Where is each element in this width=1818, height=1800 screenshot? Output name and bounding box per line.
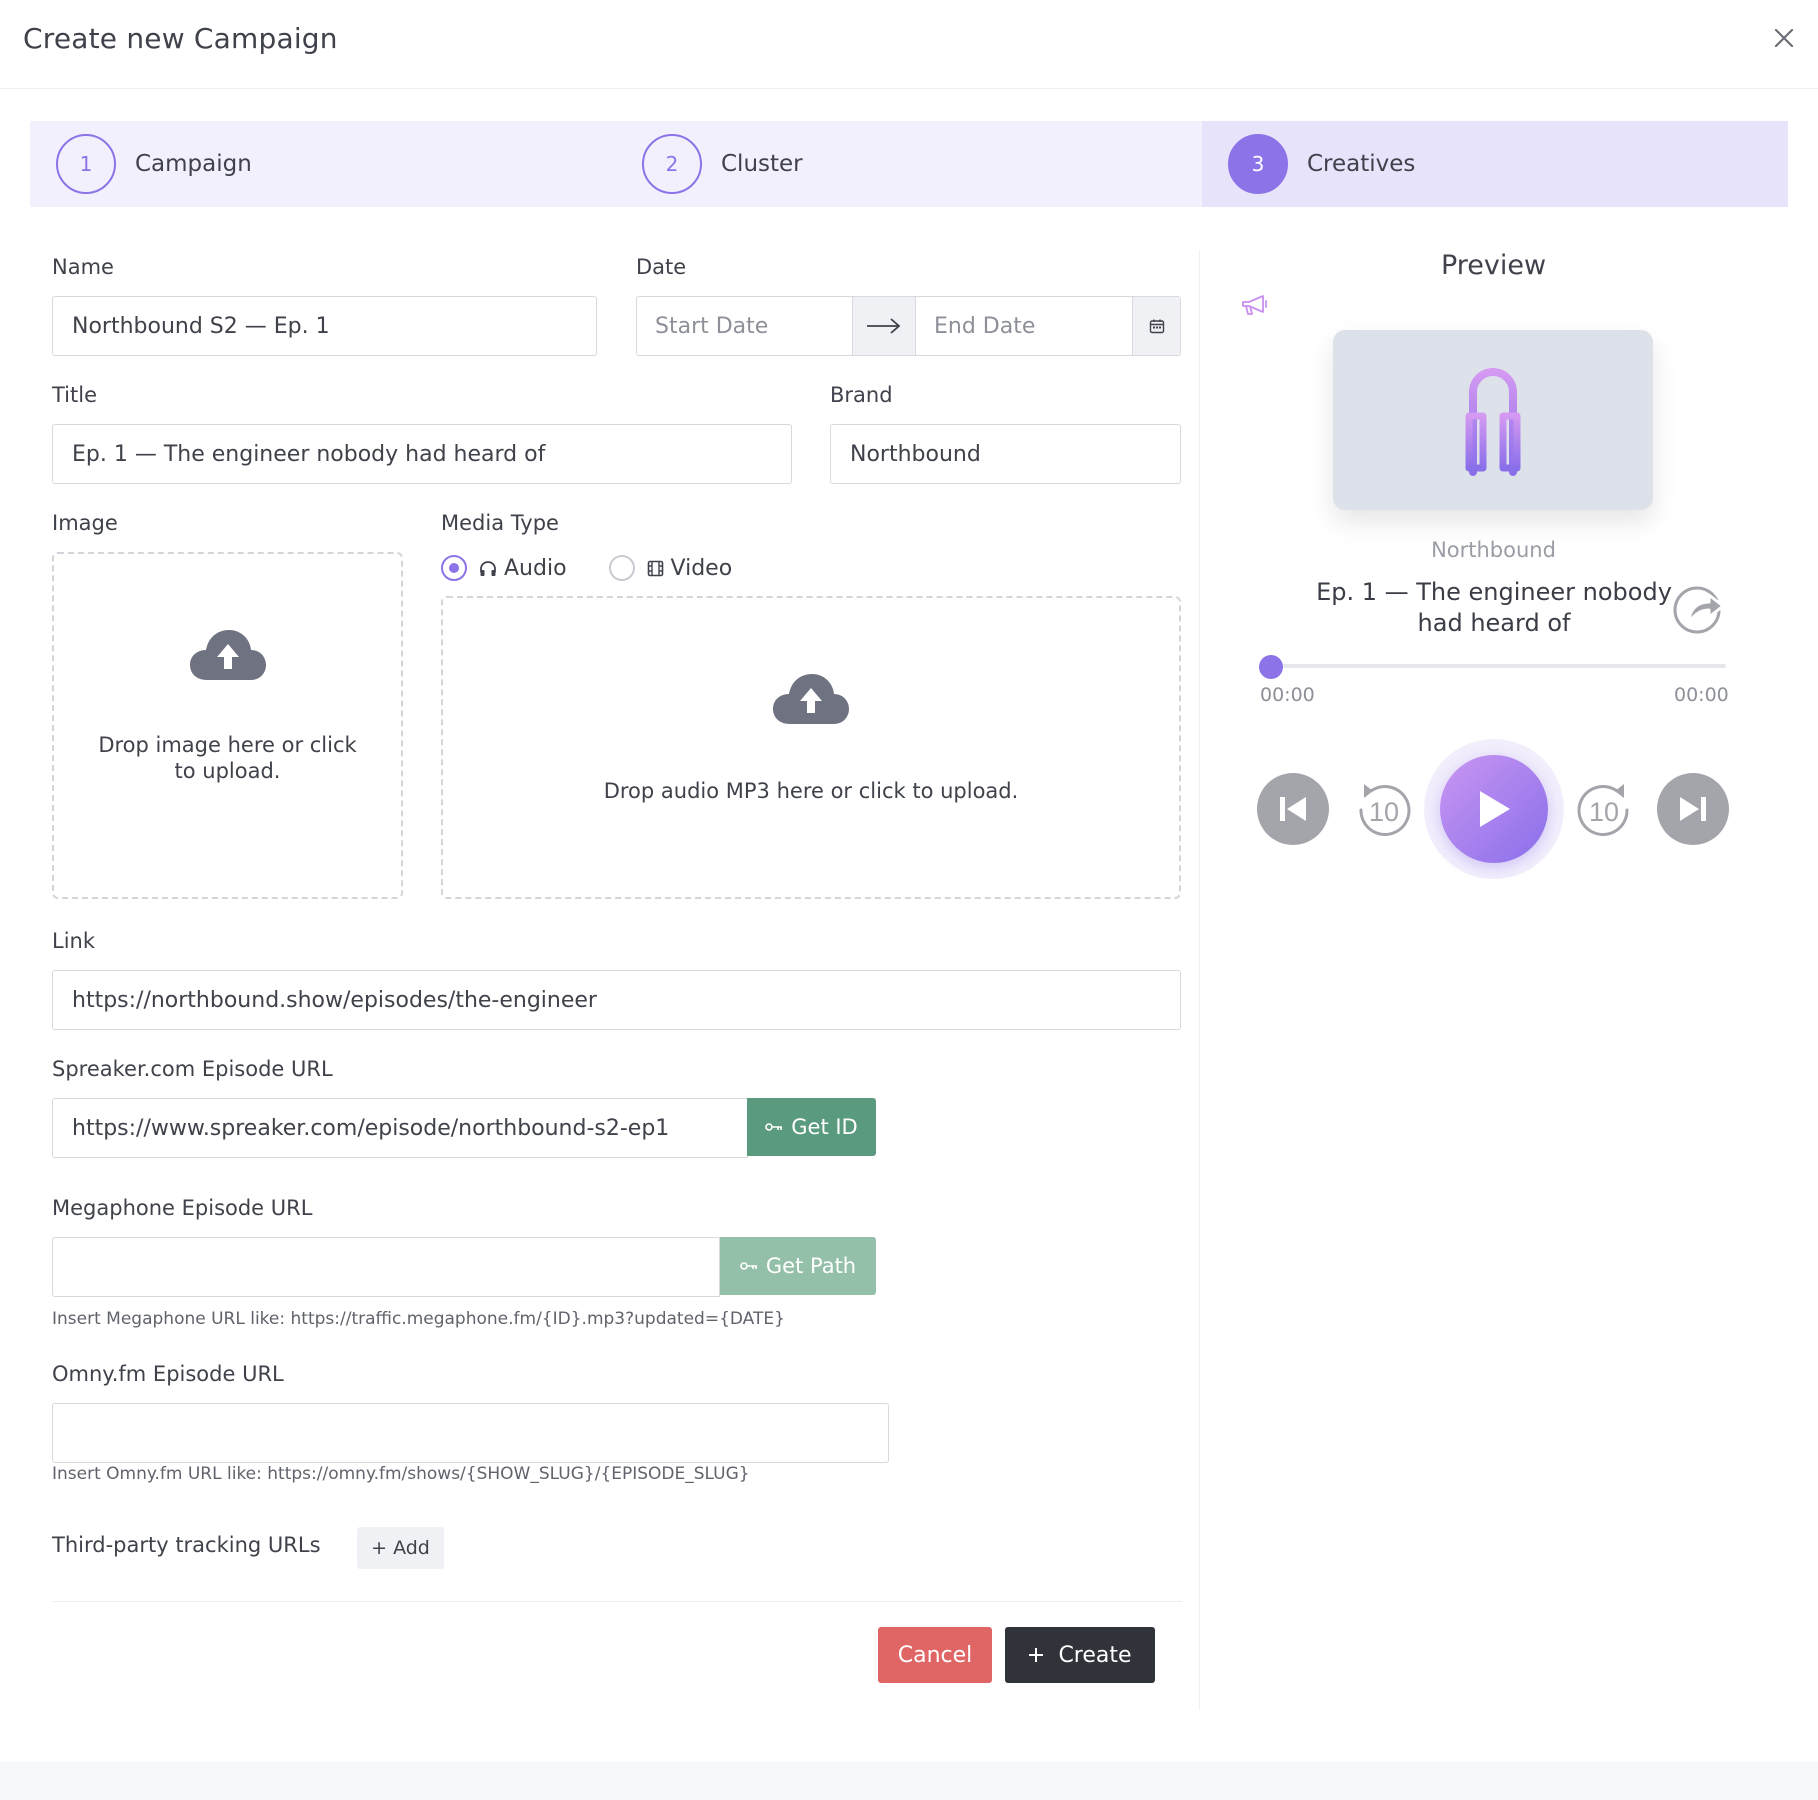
step-label: Creatives — [1307, 151, 1416, 177]
arrow-right-icon — [867, 318, 901, 334]
calendar-icon — [1149, 319, 1164, 334]
skip-previous-icon — [1280, 797, 1306, 821]
share-button[interactable] — [1671, 582, 1727, 638]
title-label: Title — [52, 383, 98, 407]
date-range-picker: Start Date End Date — [636, 296, 1181, 356]
omny-hint: Insert Omny.fm URL like: https://omny.fm… — [52, 1464, 750, 1484]
column-divider — [1199, 250, 1200, 1710]
stepper: 1 Campaign 2 Cluster 3 Creatives — [30, 121, 1788, 207]
podcast-logo-icon — [1465, 368, 1521, 476]
cloud-upload-icon — [773, 674, 849, 724]
close-icon — [1774, 28, 1794, 48]
skip-previous-button[interactable] — [1257, 773, 1329, 845]
get-path-button[interactable]: Get Path — [720, 1237, 876, 1295]
spreaker-label: Spreaker.com Episode URL — [52, 1057, 333, 1081]
preview-episode-title: Ep. 1 — The engineer nobody had heard of — [1316, 578, 1672, 637]
step-campaign[interactable]: 1 Campaign — [30, 121, 616, 207]
play-icon — [1480, 791, 1510, 827]
progress-track[interactable] — [1271, 664, 1726, 668]
link-input[interactable]: https://northbound.show/episodes/the-eng… — [52, 970, 1181, 1030]
cancel-button[interactable]: Cancel — [878, 1627, 992, 1683]
audio-dropzone[interactable]: Drop audio MP3 here or click to upload. — [441, 596, 1181, 899]
skip-next-button[interactable] — [1657, 773, 1729, 845]
rewind-10-button[interactable]: 10 — [1354, 780, 1414, 840]
podcast-artwork — [1333, 330, 1653, 510]
video-radio[interactable] — [608, 555, 635, 581]
omny-label: Omny.fm Episode URL — [52, 1362, 284, 1386]
skip-next-icon — [1680, 797, 1706, 821]
video-radio-label: Video — [670, 555, 733, 581]
tracking-label: Third-party tracking URLs — [52, 1533, 321, 1557]
omny-url-input[interactable] — [52, 1403, 889, 1463]
date-label: Date — [636, 255, 687, 279]
step-cluster[interactable]: 2 Cluster — [616, 121, 1202, 207]
calendar-button[interactable] — [1132, 297, 1180, 355]
megaphone-label: Megaphone Episode URL — [52, 1196, 313, 1220]
media-type-label: Media Type — [441, 511, 559, 535]
header-divider — [0, 88, 1818, 89]
get-id-label: Get ID — [791, 1115, 858, 1139]
step-number: 1 — [56, 134, 116, 194]
preview-title: Preview — [1440, 250, 1547, 281]
audio-drop-text: Drop audio MP3 here or click to upload. — [603, 779, 1019, 803]
current-time: 00:00 — [1260, 684, 1315, 706]
create-button[interactable]: Create — [1005, 1627, 1155, 1683]
page-bottom-band — [0, 1762, 1818, 1800]
rewind-seconds: 10 — [1369, 797, 1399, 827]
step-number: 3 — [1228, 134, 1288, 194]
preview-brand: Northbound — [1431, 538, 1556, 562]
media-type-radio-group: Audio Video — [441, 554, 732, 582]
forward-seconds: 10 — [1589, 797, 1619, 827]
add-tracking-url-button[interactable]: + Add — [357, 1527, 444, 1569]
image-dropzone[interactable]: Drop image here or click to upload. — [52, 552, 403, 899]
start-date-input[interactable]: Start Date — [637, 297, 852, 355]
date-range-arrow — [852, 297, 916, 355]
progress-knob[interactable] — [1259, 655, 1283, 679]
megaphone-url-input[interactable] — [52, 1237, 720, 1297]
audio-radio[interactable] — [441, 555, 467, 581]
title-input[interactable]: Ep. 1 — The engineer nobody had heard of — [52, 424, 792, 484]
video-radio-option[interactable]: Video — [608, 555, 733, 581]
audio-radio-label: Audio — [504, 555, 567, 581]
duration: 00:00 — [1674, 684, 1729, 706]
key-icon — [740, 1262, 757, 1270]
brand-input[interactable]: Northbound — [830, 424, 1181, 484]
modal-title: Create new Campaign — [23, 22, 338, 55]
forward-10-button[interactable]: 10 — [1574, 780, 1634, 840]
cloud-upload-icon — [189, 630, 266, 680]
name-input[interactable]: Northbound S2 — Ep. 1 — [52, 296, 597, 356]
footer-divider — [52, 1601, 1182, 1602]
close-button[interactable] — [1766, 20, 1802, 56]
forward-10-icon: 10 — [1577, 784, 1629, 836]
step-creatives[interactable]: 3 Creatives — [1202, 121, 1788, 207]
film-icon — [647, 560, 663, 576]
get-path-label: Get Path — [765, 1254, 857, 1278]
megaphone-icon — [1241, 293, 1269, 321]
end-date-input[interactable]: End Date — [916, 297, 1132, 355]
create-button-label: Create — [1058, 1642, 1132, 1668]
link-label: Link — [52, 929, 96, 953]
spreaker-url-input[interactable]: https://www.spreaker.com/episode/northbo… — [52, 1098, 748, 1158]
name-label: Name — [52, 255, 114, 279]
step-number: 2 — [642, 134, 702, 194]
brand-label: Brand — [830, 383, 893, 407]
headphones-icon — [480, 560, 496, 576]
rewind-10-icon: 10 — [1359, 784, 1411, 836]
step-label: Cluster — [721, 151, 803, 177]
share-icon — [1673, 586, 1725, 634]
image-label: Image — [52, 511, 118, 535]
play-button[interactable] — [1440, 755, 1548, 863]
image-drop-text: Drop image here or click to upload. — [98, 733, 357, 783]
step-label: Campaign — [135, 151, 252, 177]
megaphone-hint: Insert Megaphone URL like: https://traff… — [52, 1309, 785, 1329]
audio-radio-option[interactable]: Audio — [441, 555, 567, 581]
get-id-button[interactable]: Get ID — [747, 1098, 876, 1156]
plus-icon — [1029, 1648, 1044, 1662]
key-icon — [765, 1123, 783, 1131]
